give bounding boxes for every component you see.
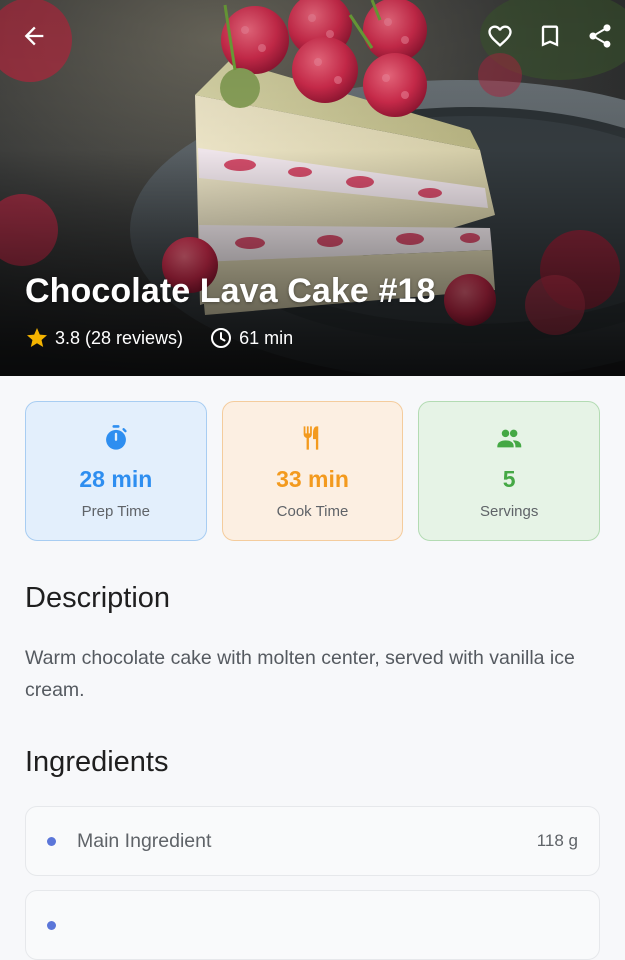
servings-card: 5 Servings <box>418 401 601 541</box>
description-text: Warm chocolate cake with molten center, … <box>25 647 575 701</box>
back-arrow-icon <box>24 26 44 46</box>
recipe-stats: 28 min Prep Time 33 min Cook Time 5 Serv… <box>25 401 601 541</box>
prep-time-card: 28 min Prep Time <box>25 401 207 541</box>
star-icon <box>25 326 49 350</box>
bookmark-button[interactable] <box>532 18 568 54</box>
cook-time-card: 33 min Cook Time <box>221 401 404 541</box>
hero-gradient-overlay <box>0 0 625 376</box>
description-heading: Description <box>25 582 171 614</box>
ingredients-heading: Ingredients <box>25 746 169 778</box>
utensils-icon <box>299 424 327 452</box>
total-time: 61 min <box>239 327 294 348</box>
back-button[interactable] <box>16 18 52 54</box>
share-button[interactable] <box>582 18 618 54</box>
ingredient-quantity: 118 g <box>536 831 578 850</box>
share-icon <box>589 24 611 48</box>
ingredient-item[interactable]: Main Ingredient 118 g <box>25 806 600 876</box>
clock-icon <box>209 326 233 350</box>
ingredient-item[interactable] <box>25 890 600 960</box>
rating-text: 3.8 (28 reviews) <box>55 327 184 348</box>
recipe-meta: 3.8 (28 reviews) 61 min <box>25 326 293 350</box>
bookmark-icon <box>541 25 559 47</box>
heart-icon <box>488 25 512 47</box>
recipe-title: Chocolate Lava Cake #18 <box>25 272 436 310</box>
favorite-button[interactable] <box>482 18 518 54</box>
ingredient-name: Main Ingredient <box>77 829 212 852</box>
recipe-hero: Chocolate Lava Cake #18 3.8 (28 reviews)… <box>0 0 625 376</box>
prep-time-value: 28 min <box>79 466 153 492</box>
servings-value: 5 <box>502 466 516 492</box>
timer-icon <box>102 424 130 452</box>
cook-time-value: 33 min <box>276 466 349 492</box>
people-icon <box>495 424 523 452</box>
servings-label: Servings <box>480 503 539 520</box>
bullet-dot-icon <box>47 920 56 930</box>
cook-time-label: Cook Time <box>276 503 349 520</box>
prep-time-label: Prep Time <box>81 503 151 520</box>
bullet-dot-icon <box>47 836 56 846</box>
